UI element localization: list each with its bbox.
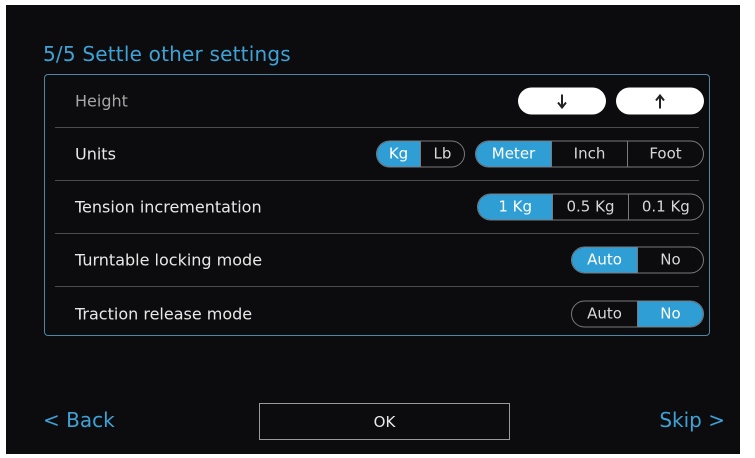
arrow-up-icon <box>655 93 665 108</box>
units-label: Units <box>75 144 116 164</box>
row-turntable: Turntable locking mode Auto No <box>55 234 704 287</box>
turntable-toggle: Auto No <box>571 246 704 274</box>
traction-label: Traction release mode <box>75 304 253 323</box>
traction-no-option[interactable]: No <box>637 301 703 326</box>
height-down-button[interactable] <box>518 87 606 115</box>
screen: 5/5 Settle other settings Height Units K… <box>6 5 740 454</box>
settings-panel: Height Units Kg Lb Meter Inch Foot Tensi… <box>44 74 710 336</box>
unit-inch-option[interactable]: Inch <box>551 141 627 167</box>
tension-01kg-option[interactable]: 0.1 Kg <box>627 194 703 220</box>
unit-foot-option[interactable]: Foot <box>627 141 703 167</box>
tension-toggle: 1 Kg 0.5 Kg 0.1 Kg <box>477 193 704 221</box>
height-up-button[interactable] <box>616 87 704 115</box>
traction-auto-option[interactable]: Auto <box>572 301 637 326</box>
turntable-no-option[interactable]: No <box>637 247 703 273</box>
weight-unit-toggle: Kg Lb <box>376 140 465 168</box>
ok-button[interactable]: OK <box>259 403 510 440</box>
unit-kg-option[interactable]: Kg <box>377 141 420 167</box>
height-label: Height <box>75 91 128 111</box>
turntable-label: Turntable locking mode <box>75 250 263 270</box>
row-tension: Tension incrementation 1 Kg 0.5 Kg 0.1 K… <box>55 181 704 234</box>
unit-meter-option[interactable]: Meter <box>476 141 551 167</box>
traction-toggle: Auto No <box>571 300 704 327</box>
tension-1kg-option[interactable]: 1 Kg <box>478 194 553 220</box>
row-traction: Traction release mode Auto No <box>55 287 704 340</box>
page-title: 5/5 Settle other settings <box>43 42 291 66</box>
length-unit-toggle: Meter Inch Foot <box>475 140 704 168</box>
skip-button[interactable]: Skip > <box>659 408 725 432</box>
unit-lb-option[interactable]: Lb <box>420 141 464 167</box>
tension-label: Tension incrementation <box>75 197 262 217</box>
back-button[interactable]: < Back <box>43 408 115 432</box>
row-height: Height <box>55 75 704 128</box>
row-units: Units Kg Lb Meter Inch Foot <box>55 128 704 181</box>
arrow-down-icon <box>557 94 567 109</box>
tension-05kg-option[interactable]: 0.5 Kg <box>552 194 627 220</box>
turntable-auto-option[interactable]: Auto <box>572 247 637 273</box>
